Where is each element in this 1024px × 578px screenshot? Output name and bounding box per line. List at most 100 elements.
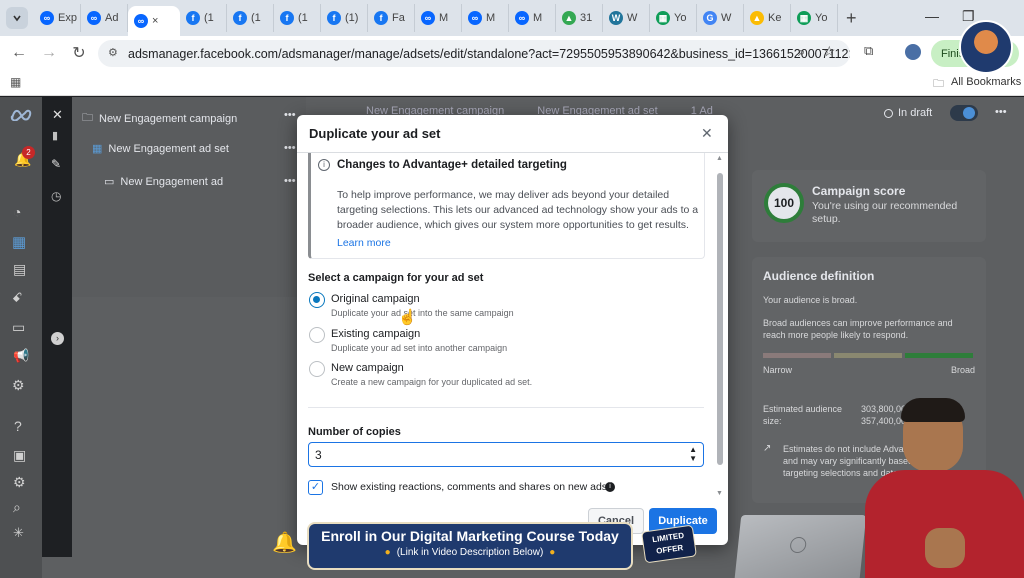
all-bookmarks-link[interactable]: All Bookmarks (951, 76, 1021, 88)
topbar-more[interactable]: ••• (995, 106, 1007, 118)
meter-narrow-label: Narrow (763, 365, 793, 375)
facebook-icon: f (186, 11, 200, 25)
score-desc: You're using our recommended setup. (812, 200, 958, 225)
browser-tab[interactable]: ▲ 31 (556, 4, 603, 32)
close-icon[interactable]: ✕ (701, 125, 713, 142)
audiences-icon[interactable]: ꗃ (12, 290, 22, 306)
browser-tab[interactable]: ∞ Exp (34, 4, 81, 32)
tab-label: Yo (815, 12, 828, 24)
laptop-image (734, 515, 867, 578)
number-of-copies-input[interactable]: 3 ▲ ▼ (308, 442, 704, 467)
option-original-campaign[interactable]: Original campaign Duplicate your ad set … (297, 291, 697, 321)
tree-adset-more[interactable]: ••• (284, 142, 296, 154)
campaign-tree: 🗀 New Engagement campaign ••• ▦ New Enga… (72, 97, 306, 297)
back-icon[interactable]: ← (4, 38, 34, 68)
show-reactions-checkbox-row[interactable]: ✓ Show existing reactions, comments and … (308, 479, 704, 497)
tab-label: M (533, 12, 543, 24)
bookmark-star-icon[interactable]: ☆ (823, 43, 836, 60)
tree-campaign-more[interactable]: ••• (284, 109, 296, 121)
tree-ad-more[interactable]: ••• (284, 175, 296, 187)
site-info-icon[interactable]: ⚙ (108, 46, 118, 59)
new-campaign-title: New campaign (331, 362, 404, 374)
minimize-icon[interactable]: — (925, 8, 939, 24)
publish-toggle[interactable] (950, 105, 978, 121)
expand-icon[interactable]: › (51, 332, 64, 345)
dashboard-icon[interactable]: ◔ (13, 204, 21, 220)
info-body: To help improve performance, we may deli… (337, 189, 699, 231)
tree-campaign[interactable]: 🗀 New Engagement campaign (82, 109, 237, 128)
zoom-icon[interactable]: ⌕ (798, 44, 805, 60)
megaphone-icon[interactable]: 📢 (13, 348, 29, 364)
folder-icon: 🗀 (933, 78, 944, 90)
campaigns-table-icon[interactable]: ▦ (12, 233, 26, 251)
search-icon[interactable]: ⌕ (13, 499, 21, 516)
reload-icon[interactable]: ↻ (64, 38, 94, 68)
tab-search-icon[interactable] (6, 7, 28, 29)
reports-icon[interactable]: ▣ (13, 447, 26, 464)
meta-logo-icon[interactable] (10, 109, 32, 121)
meta-icon: ∞ (515, 11, 529, 25)
billing-icon[interactable]: ▭ (12, 319, 25, 336)
existing-campaign-radio[interactable] (309, 327, 325, 343)
browser-tab[interactable]: f (1 (180, 4, 227, 32)
profile-avatar[interactable] (905, 44, 921, 60)
browser-tab[interactable]: ∞ M (509, 4, 556, 32)
tree-ad[interactable]: ▭ New Engagement ad (104, 175, 223, 189)
browser-tab[interactable]: f (1 (227, 4, 274, 32)
tab-label: Ke (768, 12, 782, 24)
dialog-header: Duplicate your ad set ✕ (297, 115, 728, 153)
scroll-up-icon[interactable]: ▲ (716, 155, 723, 162)
pages-icon[interactable]: ▤ (13, 261, 26, 278)
option-new-campaign[interactable]: New campaign Create a new campaign for y… (297, 360, 697, 390)
settings-gear-icon[interactable]: ⚙ (13, 474, 26, 491)
close-editor-icon[interactable]: ✕ (52, 107, 63, 123)
extensions-icon[interactable]: ⧉ (864, 43, 873, 59)
adset-grid-icon: ▦ (92, 143, 103, 155)
option-existing-campaign[interactable]: Existing campaign Duplicate your ad set … (297, 326, 697, 356)
score-value: 100 (773, 196, 795, 210)
meter-broad (905, 353, 973, 358)
browser-tab[interactable]: GW (697, 4, 744, 32)
original-campaign-radio[interactable] (309, 292, 325, 308)
stepper-icon[interactable]: ▲ ▼ (689, 445, 697, 463)
browser-tab[interactable]: WW (603, 4, 650, 32)
tree-adset[interactable]: ▦ New Engagement ad set (92, 142, 229, 156)
scroll-thumb[interactable] (717, 173, 723, 465)
scroll-down-icon[interactable]: ▼ (716, 490, 723, 497)
banner-title: Enroll in Our Digital Marketing Course T… (321, 528, 619, 544)
browser-tab[interactable]: ▦ Yo (650, 4, 697, 32)
browser-tab[interactable]: f (1 (274, 4, 321, 32)
browser-tab[interactable]: ▲ Ke (744, 4, 791, 32)
tab-label: W (721, 12, 732, 24)
chart-icon[interactable]: ▮ (52, 129, 58, 142)
history-icon[interactable]: ◷ (51, 189, 61, 203)
browser-tab[interactable]: ∞ Ad (81, 4, 128, 32)
hp-logo (789, 537, 807, 553)
apps-grid-icon[interactable]: ▦ (10, 75, 21, 89)
hand-left-icon: ● (384, 547, 391, 558)
edit-pencil-icon[interactable]: ✎ (51, 157, 61, 171)
browser-tab[interactable]: ∞ M (415, 4, 462, 32)
learn-more-link[interactable]: Learn more (337, 237, 391, 249)
show-reactions-label: Show existing reactions, comments and sh… (331, 481, 608, 493)
url-input[interactable]: ⚙ adsmanager.facebook.com/adsmanager/man… (98, 40, 850, 67)
wordpress-icon: W (609, 11, 623, 25)
meta-icon: ∞ (468, 11, 482, 25)
tab-label: M (486, 12, 496, 24)
meta-icon: ∞ (87, 11, 101, 25)
show-reactions-checkbox[interactable]: ✓ (308, 480, 323, 495)
url-text: adsmanager.facebook.com/adsmanager/manag… (128, 46, 850, 61)
browser-tab[interactable]: ∞ × (128, 6, 180, 36)
new-campaign-radio[interactable] (309, 361, 325, 377)
browser-tab[interactable]: ▦ Yo (791, 4, 838, 32)
business-icon[interactable]: ⚙ (12, 377, 25, 394)
browser-tab[interactable]: f Fa (368, 4, 415, 32)
browser-tab[interactable]: f (1) (321, 4, 368, 32)
new-tab-button[interactable]: + (846, 8, 857, 29)
forward-icon[interactable]: → (34, 38, 64, 68)
bug-icon[interactable]: ✳ (13, 525, 24, 541)
help-icon[interactable]: ? (14, 418, 22, 434)
sheets-icon: ▦ (656, 11, 670, 25)
browser-tab[interactable]: ∞ M (462, 4, 509, 32)
reactions-info-icon[interactable]: i (605, 482, 615, 492)
